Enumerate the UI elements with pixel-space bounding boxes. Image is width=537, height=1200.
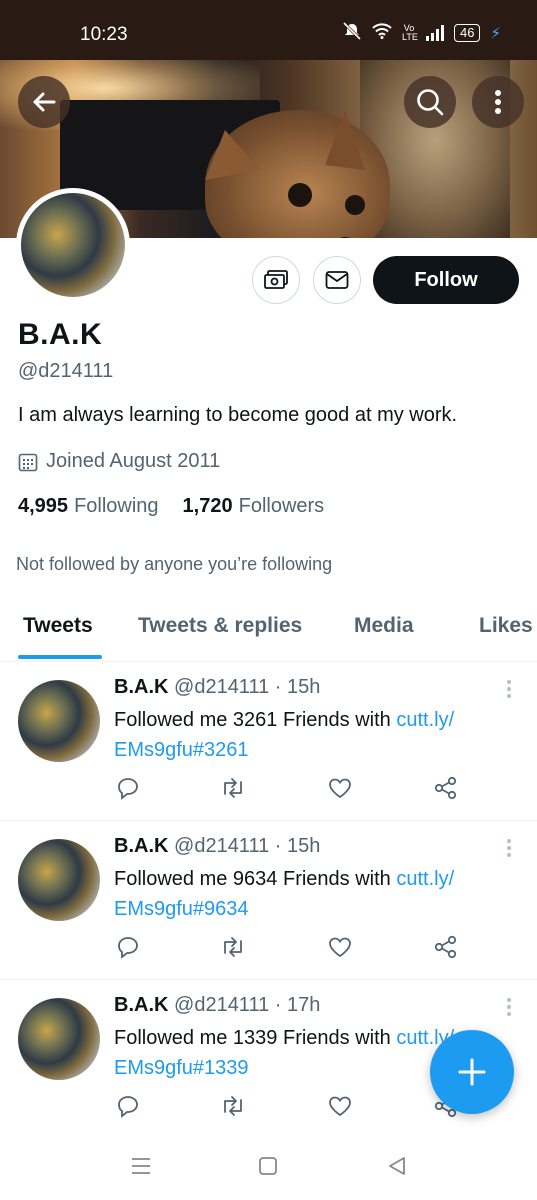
status-bar: 10:23 Vo LTE 46 ⚡ bbox=[0, 0, 537, 60]
tweet-actions bbox=[114, 1092, 474, 1122]
status-icons: Vo LTE 46 ⚡ bbox=[342, 21, 501, 44]
tab-media[interactable]: Media bbox=[354, 614, 414, 638]
tweet-separator: · bbox=[274, 994, 282, 1016]
tweet-author-name[interactable]: B.A.K bbox=[114, 835, 168, 857]
tab-likes[interactable]: Likes bbox=[479, 614, 533, 638]
message-button[interactable] bbox=[313, 256, 361, 304]
tip-jar-button[interactable] bbox=[252, 256, 300, 304]
tweet-avatar[interactable] bbox=[18, 680, 100, 762]
tweet-link-cont[interactable]: EMs9gfu#3261 bbox=[114, 739, 249, 761]
tweet-author-handle: @d214111 bbox=[174, 835, 270, 857]
reply-icon[interactable] bbox=[114, 933, 142, 961]
followers-count: 1,720 bbox=[182, 495, 233, 517]
home-icon[interactable] bbox=[258, 1156, 278, 1181]
tweet-text: Followed me 9634 Friends with cutt.ly/EM… bbox=[114, 864, 519, 924]
share-icon[interactable] bbox=[432, 933, 460, 961]
tweet-avatar[interactable] bbox=[18, 839, 100, 921]
tweet-avatar[interactable] bbox=[18, 998, 100, 1080]
retweet-icon[interactable] bbox=[219, 774, 247, 802]
following-link[interactable]: 4,995 Following bbox=[18, 495, 159, 518]
mail-icon bbox=[325, 271, 349, 289]
more-vertical-icon bbox=[495, 90, 501, 114]
followers-label: Followers bbox=[238, 495, 325, 517]
tweet-text-content: Followed me 9634 Friends with bbox=[114, 868, 397, 890]
calendar-icon bbox=[18, 453, 38, 471]
tweet-text-content: Followed me 1339 Friends with bbox=[114, 1027, 397, 1049]
tab-tweets[interactable]: Tweets bbox=[23, 614, 93, 638]
status-time: 10:23 bbox=[80, 24, 128, 45]
retweet-icon[interactable] bbox=[219, 933, 247, 961]
battery-icon: 46 bbox=[453, 24, 481, 42]
profile-tabs: Tweets Tweets & replies Media Likes bbox=[0, 600, 537, 662]
tweet-text: Followed me 3261 Friends with cutt.ly/EM… bbox=[114, 705, 519, 765]
like-icon[interactable] bbox=[326, 1092, 354, 1120]
wifi-icon bbox=[372, 23, 392, 43]
tweet-author-name[interactable]: B.A.K bbox=[114, 676, 168, 698]
like-icon[interactable] bbox=[326, 774, 354, 802]
tweet-link-cont[interactable]: EMs9gfu#1339 bbox=[114, 1057, 249, 1079]
reply-icon[interactable] bbox=[114, 1092, 142, 1120]
tab-tweets-replies[interactable]: Tweets & replies bbox=[138, 614, 302, 638]
signal-icon bbox=[425, 25, 444, 41]
tweet-header: B.A.K @d214111 · 17h bbox=[114, 994, 320, 1017]
back-button[interactable] bbox=[18, 76, 70, 128]
profile-display-name: B.A.K bbox=[18, 318, 103, 351]
tweet-author-handle: @d214111 bbox=[174, 676, 270, 698]
banner-dog-image bbox=[205, 110, 390, 238]
active-tab-indicator bbox=[18, 655, 102, 659]
tweet-text-content: Followed me 3261 Friends with bbox=[114, 709, 397, 731]
share-icon[interactable] bbox=[432, 774, 460, 802]
tweet-link-cont[interactable]: EMs9gfu#9634 bbox=[114, 898, 249, 920]
profile-avatar[interactable] bbox=[16, 188, 130, 302]
tweet-author-name[interactable]: B.A.K bbox=[114, 994, 168, 1016]
followers-link[interactable]: 1,720 Followers bbox=[183, 495, 325, 518]
tweet-link[interactable]: cutt.ly/ bbox=[396, 709, 454, 731]
back-nav-icon[interactable] bbox=[386, 1156, 408, 1181]
tweet-more-button[interactable] bbox=[507, 839, 513, 860]
tweet-more-button[interactable] bbox=[507, 998, 513, 1019]
tweet-author-handle: @d214111 bbox=[174, 994, 270, 1016]
arrow-left-icon bbox=[33, 92, 56, 112]
tweet-item[interactable]: B.A.K @d214111 · 15h Followed me 9634 Fr… bbox=[0, 821, 537, 980]
profile-stats: 4,995 Following 1,720 Followers bbox=[18, 495, 324, 518]
more-options-button[interactable] bbox=[472, 76, 524, 128]
profile-bio: I am always learning to become good at m… bbox=[18, 404, 458, 426]
tweet-separator: · bbox=[274, 835, 282, 857]
plus-icon bbox=[458, 1058, 486, 1086]
tweet-actions bbox=[114, 933, 474, 963]
tweet-link[interactable]: cutt.ly/ bbox=[396, 868, 454, 890]
money-icon bbox=[264, 270, 288, 289]
following-label: Following bbox=[74, 495, 159, 517]
not-followed-notice: Not followed by anyone you’re following bbox=[16, 554, 333, 574]
tweet-time: 15h bbox=[287, 676, 321, 698]
menu-icon[interactable] bbox=[130, 1156, 152, 1181]
retweet-icon[interactable] bbox=[219, 1092, 247, 1120]
system-navigation-bar bbox=[0, 1140, 537, 1200]
battery-level: 46 bbox=[459, 25, 475, 40]
network-label: Vo LTE bbox=[401, 23, 418, 42]
tweet-item[interactable]: B.A.K @d214111 · 15h Followed me 3261 Fr… bbox=[0, 662, 537, 821]
tweet-header: B.A.K @d214111 · 15h bbox=[114, 835, 320, 858]
like-icon[interactable] bbox=[326, 933, 354, 961]
tweet-actions bbox=[114, 774, 474, 804]
profile-joined-date: Joined August 2011 bbox=[18, 450, 220, 473]
joined-label: Joined August 2011 bbox=[46, 450, 221, 472]
follow-button[interactable]: Follow bbox=[373, 256, 519, 304]
tweet-separator: · bbox=[274, 676, 282, 698]
following-count: 4,995 bbox=[18, 495, 69, 517]
mute-icon bbox=[342, 21, 362, 44]
profile-handle: @d214111 bbox=[18, 360, 114, 382]
reply-icon[interactable] bbox=[114, 774, 142, 802]
compose-tweet-button[interactable] bbox=[430, 1030, 514, 1114]
search-button[interactable] bbox=[404, 76, 456, 128]
tweet-more-button[interactable] bbox=[507, 680, 513, 701]
charging-icon: ⚡ bbox=[490, 25, 501, 42]
tweet-time: 17h bbox=[287, 994, 321, 1016]
tweet-time: 15h bbox=[287, 835, 321, 857]
search-icon bbox=[417, 89, 444, 116]
tweet-header: B.A.K @d214111 · 15h bbox=[114, 676, 320, 699]
